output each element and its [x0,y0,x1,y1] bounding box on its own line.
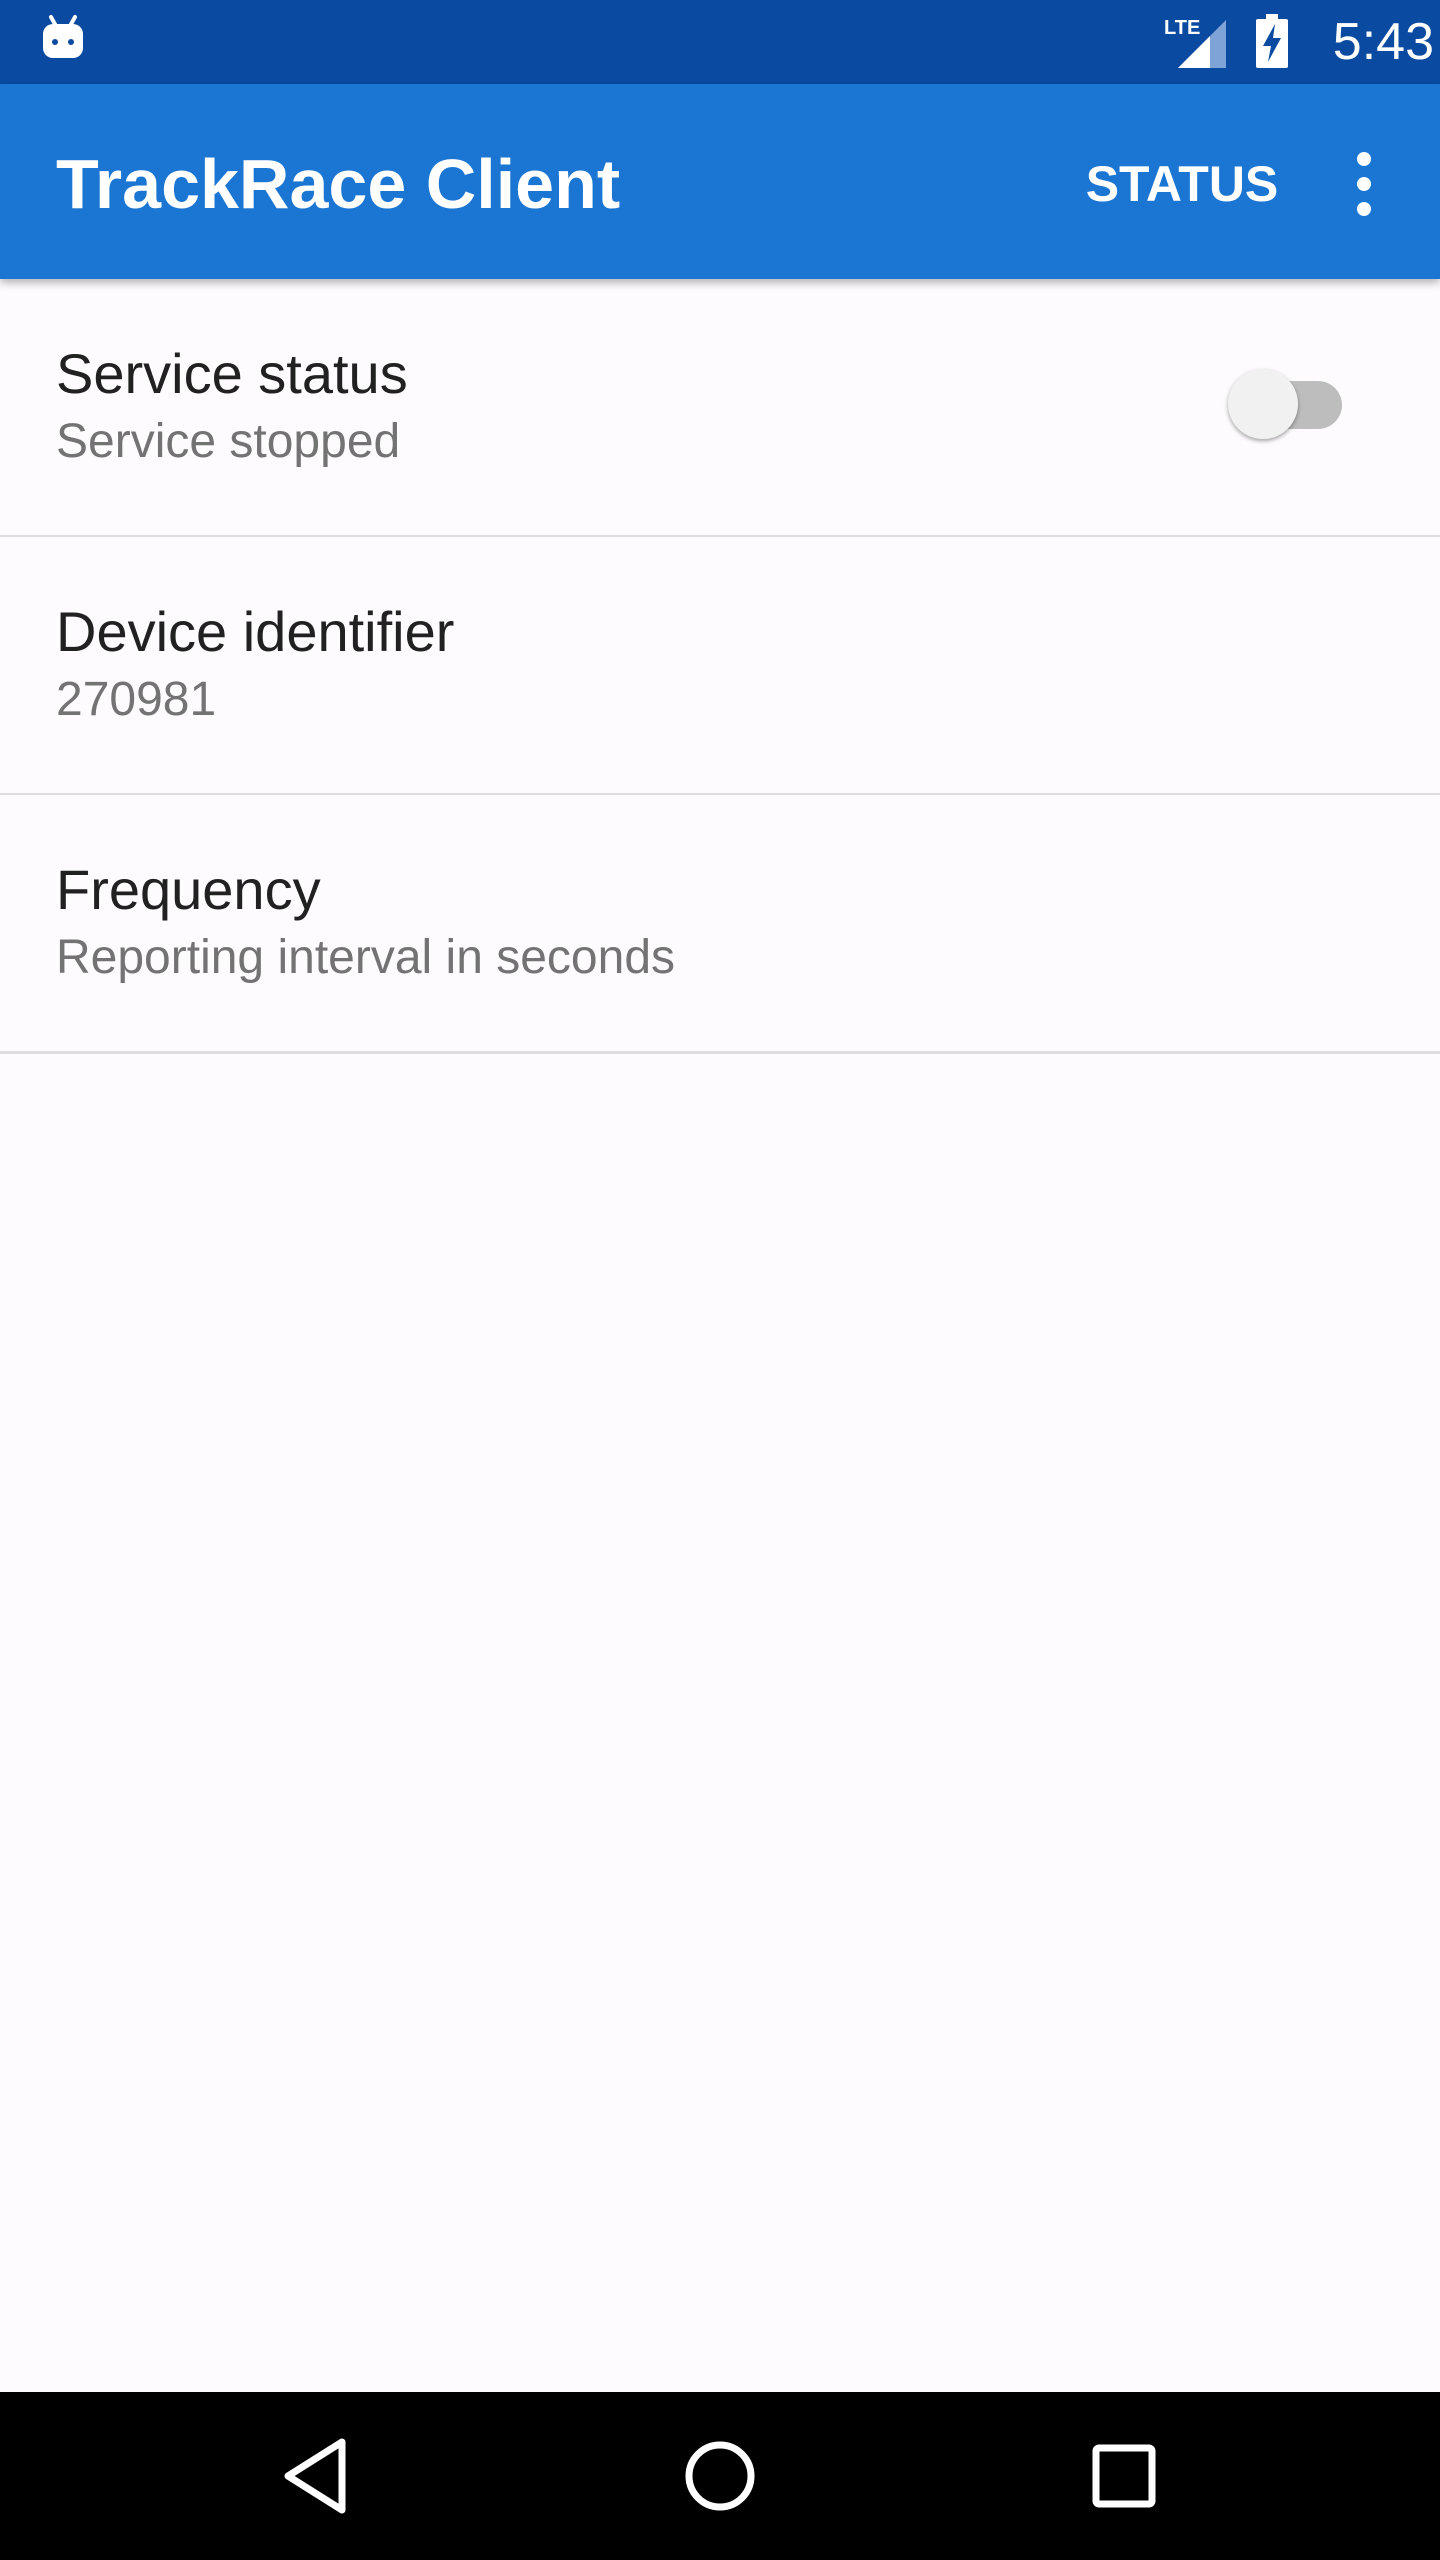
service-status-switch[interactable] [1228,361,1348,439]
status-bar-clock: 5:43 [1332,13,1434,71]
status-button[interactable]: STATUS [1072,142,1292,226]
pref-device-identifier[interactable]: Device identifier 270981 [0,537,1440,796]
app-bar: TrackRace Client STATUS [0,84,1440,279]
lte-signal-icon: LTE [1164,17,1226,68]
pref-title: Service status [56,342,408,405]
home-icon[interactable] [670,2426,770,2526]
pref-summary: Reporting interval in seconds [56,931,676,984]
battery-charging-icon [1256,14,1288,68]
svg-text:LTE: LTE [1164,17,1200,39]
app-title: TrackRace Client [56,145,621,223]
status-bar: LTE 5:43 [0,0,1440,84]
pref-service-status[interactable]: Service status Service stopped [0,279,1440,538]
pref-title: Frequency [56,858,321,921]
more-vert-icon[interactable] [1336,144,1392,224]
switch-thumb [1228,369,1298,439]
back-icon[interactable] [266,2426,366,2526]
pref-summary: 270981 [56,673,217,726]
android-notification-icon [43,15,83,58]
pref-summary: Service stopped [56,415,401,468]
pref-title: Device identifier [56,600,455,663]
navigation-bar [0,2392,1440,2560]
recents-icon[interactable] [1074,2426,1174,2526]
pref-frequency[interactable]: Frequency Reporting interval in seconds [0,795,1440,1054]
